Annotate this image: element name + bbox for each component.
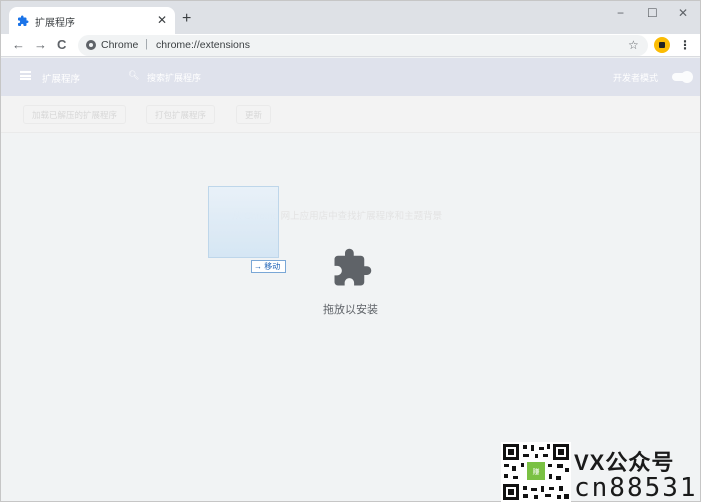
load-unpacked-button[interactable]: 加载已解压的扩展程序 — [23, 105, 127, 124]
url-origin-label: Chrome — [101, 39, 139, 51]
url-separator: | — [145, 38, 148, 50]
browser-window: 扩展程序 ✕ + − ☐ ✕ ← → C Chrome | chrome://e… — [0, 0, 701, 502]
developer-mode-label: 开发者模式 — [613, 73, 659, 83]
qr-code-watermark: 赚 — [501, 442, 571, 502]
extensions-title: 扩展程序 — [42, 74, 81, 85]
pack-extension-button[interactable]: 打包扩展程序 — [146, 105, 216, 124]
update-button[interactable]: 更新 — [236, 105, 272, 124]
developer-toolbar: 加载已解压的扩展程序 打包扩展程序 更新 — [1, 96, 700, 133]
puzzle-icon — [334, 248, 372, 286]
maximize-button[interactable]: ☐ — [647, 5, 658, 21]
tab-strip: 扩展程序 ✕ + − ☐ ✕ — [1, 1, 700, 34]
tab-close-icon[interactable]: ✕ — [157, 11, 167, 29]
drag-file-preview — [208, 186, 279, 258]
extensions-page: 扩展程序 🔍︎ 搜索扩展程序 开发者模式 加载已解压的扩展程序 打包扩展程序 更… — [1, 58, 700, 501]
chrome-site-icon — [86, 40, 96, 50]
tab-title: 扩展程序 — [35, 18, 75, 29]
extensions-header: 扩展程序 🔍︎ 搜索扩展程序 开发者模式 — [1, 58, 700, 96]
back-button[interactable]: ← — [12, 36, 25, 54]
minimize-button[interactable]: − — [617, 5, 624, 21]
tab-extensions[interactable]: 扩展程序 ✕ — [9, 7, 175, 34]
new-tab-button[interactable]: + — [182, 10, 191, 28]
reload-button[interactable]: C — [57, 36, 66, 54]
search-input[interactable]: 搜索扩展程序 — [147, 71, 201, 84]
profile-avatar[interactable] — [654, 37, 670, 53]
url-text: chrome://extensions — [156, 39, 250, 51]
close-window-button[interactable]: ✕ — [678, 5, 688, 21]
watermark-line2: cn88531 — [574, 473, 698, 502]
svg-text:赚: 赚 — [533, 467, 540, 476]
puzzle-favicon-icon — [18, 15, 29, 26]
developer-mode-toggle[interactable] — [672, 71, 693, 83]
search-icon: 🔍︎ — [128, 70, 140, 80]
forward-button[interactable]: → — [34, 36, 47, 54]
address-bar[interactable]: Chrome | chrome://extensions — [78, 35, 648, 56]
chrome-menu-icon[interactable]: ⋮ — [679, 37, 691, 53]
hamburger-menu-icon[interactable] — [20, 71, 31, 80]
bookmark-star-icon[interactable]: ☆ — [628, 37, 639, 53]
browser-toolbar: ← → C Chrome | chrome://extensions ☆ ⋮ — [1, 34, 700, 57]
drag-move-tooltip: → 移动 — [251, 260, 286, 273]
drop-to-install-label: 拖放以安装 — [323, 304, 378, 316]
